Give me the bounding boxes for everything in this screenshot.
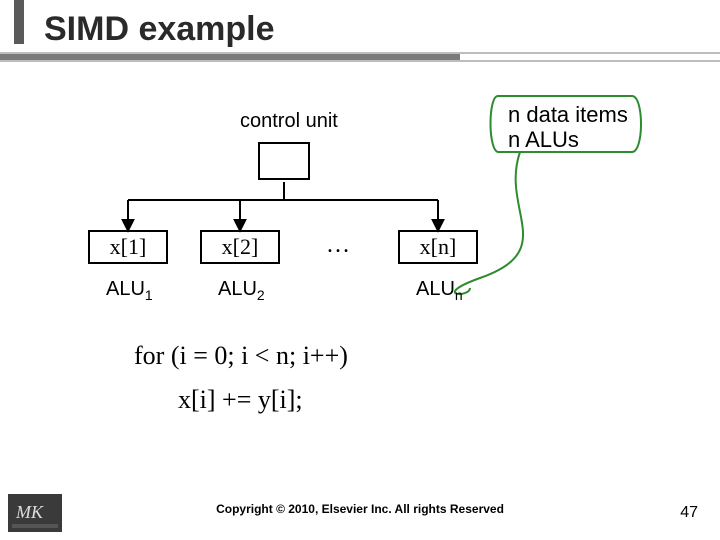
publisher-logo: MK (8, 494, 62, 532)
x-box-1: x[1] (88, 230, 168, 264)
control-unit-box (258, 142, 310, 180)
x-box-n-label: x[n] (420, 234, 457, 259)
alu-label-n: ALUn (416, 278, 463, 303)
slide-title: SIMD example (44, 10, 275, 49)
legend-line1: n data items (508, 102, 628, 127)
alu-text-n: ALU (416, 278, 455, 300)
ellipsis: … (326, 232, 350, 259)
title-accent (14, 0, 24, 44)
alu-sub-n: n (455, 287, 463, 303)
code-line-2: x[i] += y[i]; (178, 378, 348, 422)
x-box-n: x[n] (398, 230, 478, 264)
alu-sub-2: 2 (257, 287, 265, 303)
copyright: Copyright © 2010, Elsevier Inc. All righ… (0, 502, 720, 516)
alu-text-2: ALU (218, 278, 257, 300)
wiring-diagram (0, 0, 720, 540)
control-unit-label: control unit (240, 110, 338, 133)
alu-sub-1: 1 (145, 287, 153, 303)
divider-thin-bot (0, 60, 720, 62)
x-box-2-label: x[2] (222, 234, 259, 259)
legend: n data items n ALUs (508, 102, 628, 153)
code-line-1: for (i = 0; i < n; i++) (134, 334, 348, 378)
legend-line2: n ALUs (508, 127, 628, 152)
x-box-1-label: x[1] (110, 234, 147, 259)
x-box-2: x[2] (200, 230, 280, 264)
alu-text-1: ALU (106, 278, 145, 300)
code-block: for (i = 0; i < n; i++) x[i] += y[i]; (134, 334, 348, 422)
page-number: 47 (680, 504, 698, 522)
alu-label-1: ALU1 (106, 278, 153, 303)
alu-label-2: ALU2 (218, 278, 265, 303)
logo-text: MK (15, 502, 44, 522)
